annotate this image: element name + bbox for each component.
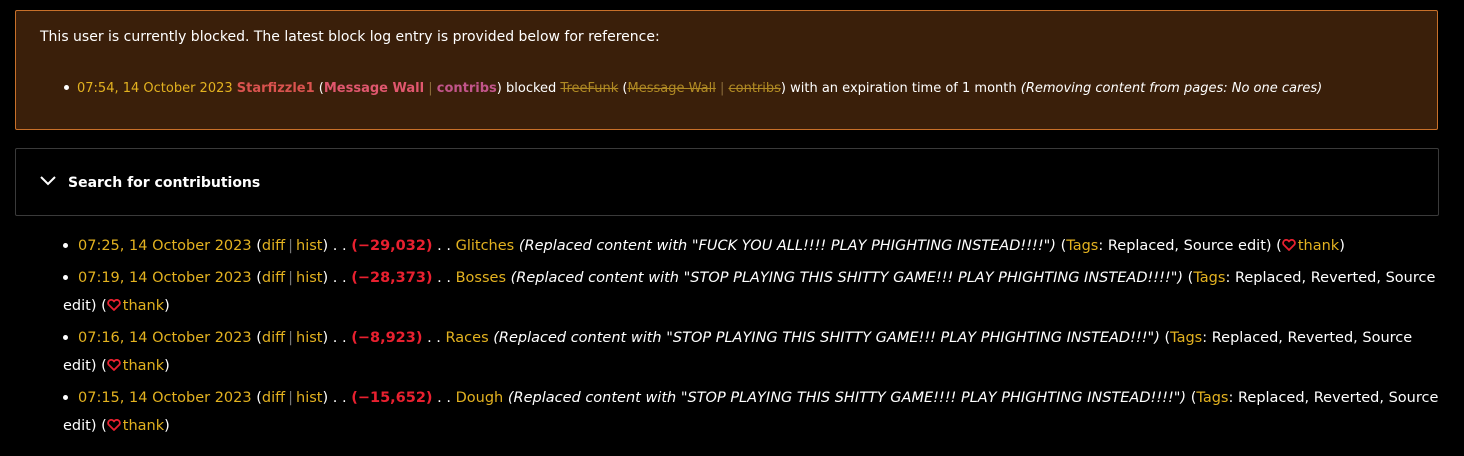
diff-link[interactable]: diff (262, 238, 285, 254)
dots: . . (332, 390, 347, 406)
contributions-list: 07:25, 14 October 2023 (diff | hist) . . (… (63, 232, 1443, 444)
separator: | (288, 390, 294, 406)
size-change: (−8,923) (351, 330, 423, 346)
blocked-word: blocked (506, 81, 557, 96)
dots: . . (437, 390, 451, 406)
contributions-page: This user is currently blocked. The late… (0, 0, 1464, 456)
thank-button[interactable]: thank (107, 418, 164, 434)
blocked-contribs-link[interactable]: contribs (728, 81, 780, 96)
tags-link[interactable]: Tags (1066, 238, 1098, 254)
tag-list: Replaced, Source edit (1107, 238, 1266, 254)
block-reason: (Removing content from pages: No one car… (1020, 81, 1323, 96)
size-change: (−15,652) (351, 390, 433, 406)
page-link[interactable]: Glitches (456, 238, 515, 254)
bullet-icon (63, 275, 68, 280)
separator: | (288, 330, 294, 346)
page-link[interactable]: Races (446, 330, 489, 346)
diff-link[interactable]: diff (262, 330, 285, 346)
contrib-timestamp-link[interactable]: 07:25, 14 October 2023 (78, 238, 252, 254)
thank-label: thank (122, 298, 165, 314)
hist-link[interactable]: hist (296, 238, 322, 254)
chevron-down-icon (40, 176, 56, 186)
search-contributions-toggle[interactable]: Search for contributions (15, 148, 1439, 216)
dots: . . (427, 330, 441, 346)
list-item: 07:19, 14 October 2023 (diff | hist) . . (… (63, 270, 1436, 314)
hist-link[interactable]: hist (296, 270, 322, 286)
dots: . . (437, 238, 451, 254)
dots: . . (332, 238, 347, 254)
heart-icon (107, 419, 121, 431)
block-notice: This user is currently blocked. The late… (15, 10, 1438, 130)
heart-icon (107, 299, 121, 311)
paren-close: ) (780, 81, 786, 96)
dots: . . (332, 270, 347, 286)
bullet-icon (63, 243, 68, 248)
edit-summary: (Replaced content with "FUCK YOU ALL!!!!… (518, 238, 1056, 254)
heart-icon (107, 359, 121, 371)
diff-link[interactable]: diff (262, 270, 285, 286)
thank-label: thank (122, 358, 165, 374)
thank-label: thank (1297, 238, 1340, 254)
bullet-icon (64, 85, 69, 90)
separator: | (288, 270, 294, 286)
page-link[interactable]: Dough (456, 390, 504, 406)
size-change: (−28,373) (351, 270, 433, 286)
thank-button[interactable]: thank (107, 358, 164, 374)
hist-link[interactable]: hist (296, 390, 322, 406)
edit-summary: (Replaced content with "STOP PLAYING THI… (510, 270, 1184, 286)
separator: | (288, 238, 294, 254)
edit-summary: (Replaced content with "STOP PLAYING THI… (493, 330, 1160, 346)
size-change: (−29,032) (351, 238, 433, 254)
blocker-contribs-link[interactable]: contribs (437, 81, 497, 96)
thank-label: thank (122, 418, 165, 434)
diff-link[interactable]: diff (262, 390, 285, 406)
list-item: 07:15, 14 October 2023 (diff | hist) . . (… (63, 390, 1439, 434)
separator: | (424, 81, 437, 96)
contrib-timestamp-link[interactable]: 07:15, 14 October 2023 (78, 390, 252, 406)
bullet-icon (63, 395, 68, 400)
search-contributions-title: Search for contributions (68, 175, 261, 191)
block-notice-text: This user is currently blocked. The late… (40, 29, 660, 45)
page-link[interactable]: Bosses (456, 270, 506, 286)
blocked-user-link[interactable]: TreeFunk (560, 81, 618, 96)
blocked-message-wall-link[interactable]: Message Wall (628, 81, 716, 96)
blocker-message-wall-link[interactable]: Message Wall (324, 81, 424, 96)
paren-close: ) (496, 81, 502, 96)
block-expiry-text: with an expiration time of 1 month (790, 81, 1017, 96)
list-item: 07:16, 14 October 2023 (diff | hist) . . (… (63, 330, 1413, 374)
contrib-timestamp-link[interactable]: 07:16, 14 October 2023 (78, 330, 252, 346)
dots: . . (437, 270, 451, 286)
tags-link[interactable]: Tags (1193, 270, 1225, 286)
contrib-timestamp-link[interactable]: 07:19, 14 October 2023 (78, 270, 252, 286)
thank-button[interactable]: thank (1282, 238, 1339, 254)
dots: . . (332, 330, 347, 346)
thank-button[interactable]: thank (107, 298, 164, 314)
separator: | (715, 81, 729, 96)
blocker-user-link[interactable]: Starfizzle1 (237, 81, 315, 96)
tags-link[interactable]: Tags (1170, 330, 1202, 346)
list-item: 07:25, 14 October 2023 (diff | hist) . . (… (63, 232, 1443, 260)
block-log-entry: 07:54, 14 October 2023 Starfizzle1 (Mess… (64, 81, 1322, 96)
tags-link[interactable]: Tags (1196, 390, 1228, 406)
hist-link[interactable]: hist (296, 330, 322, 346)
heart-icon (1282, 239, 1296, 251)
edit-summary: (Replaced content with "STOP PLAYING THI… (507, 390, 1187, 406)
bullet-icon (63, 335, 68, 340)
block-timestamp-link[interactable]: 07:54, 14 October 2023 (77, 81, 233, 96)
